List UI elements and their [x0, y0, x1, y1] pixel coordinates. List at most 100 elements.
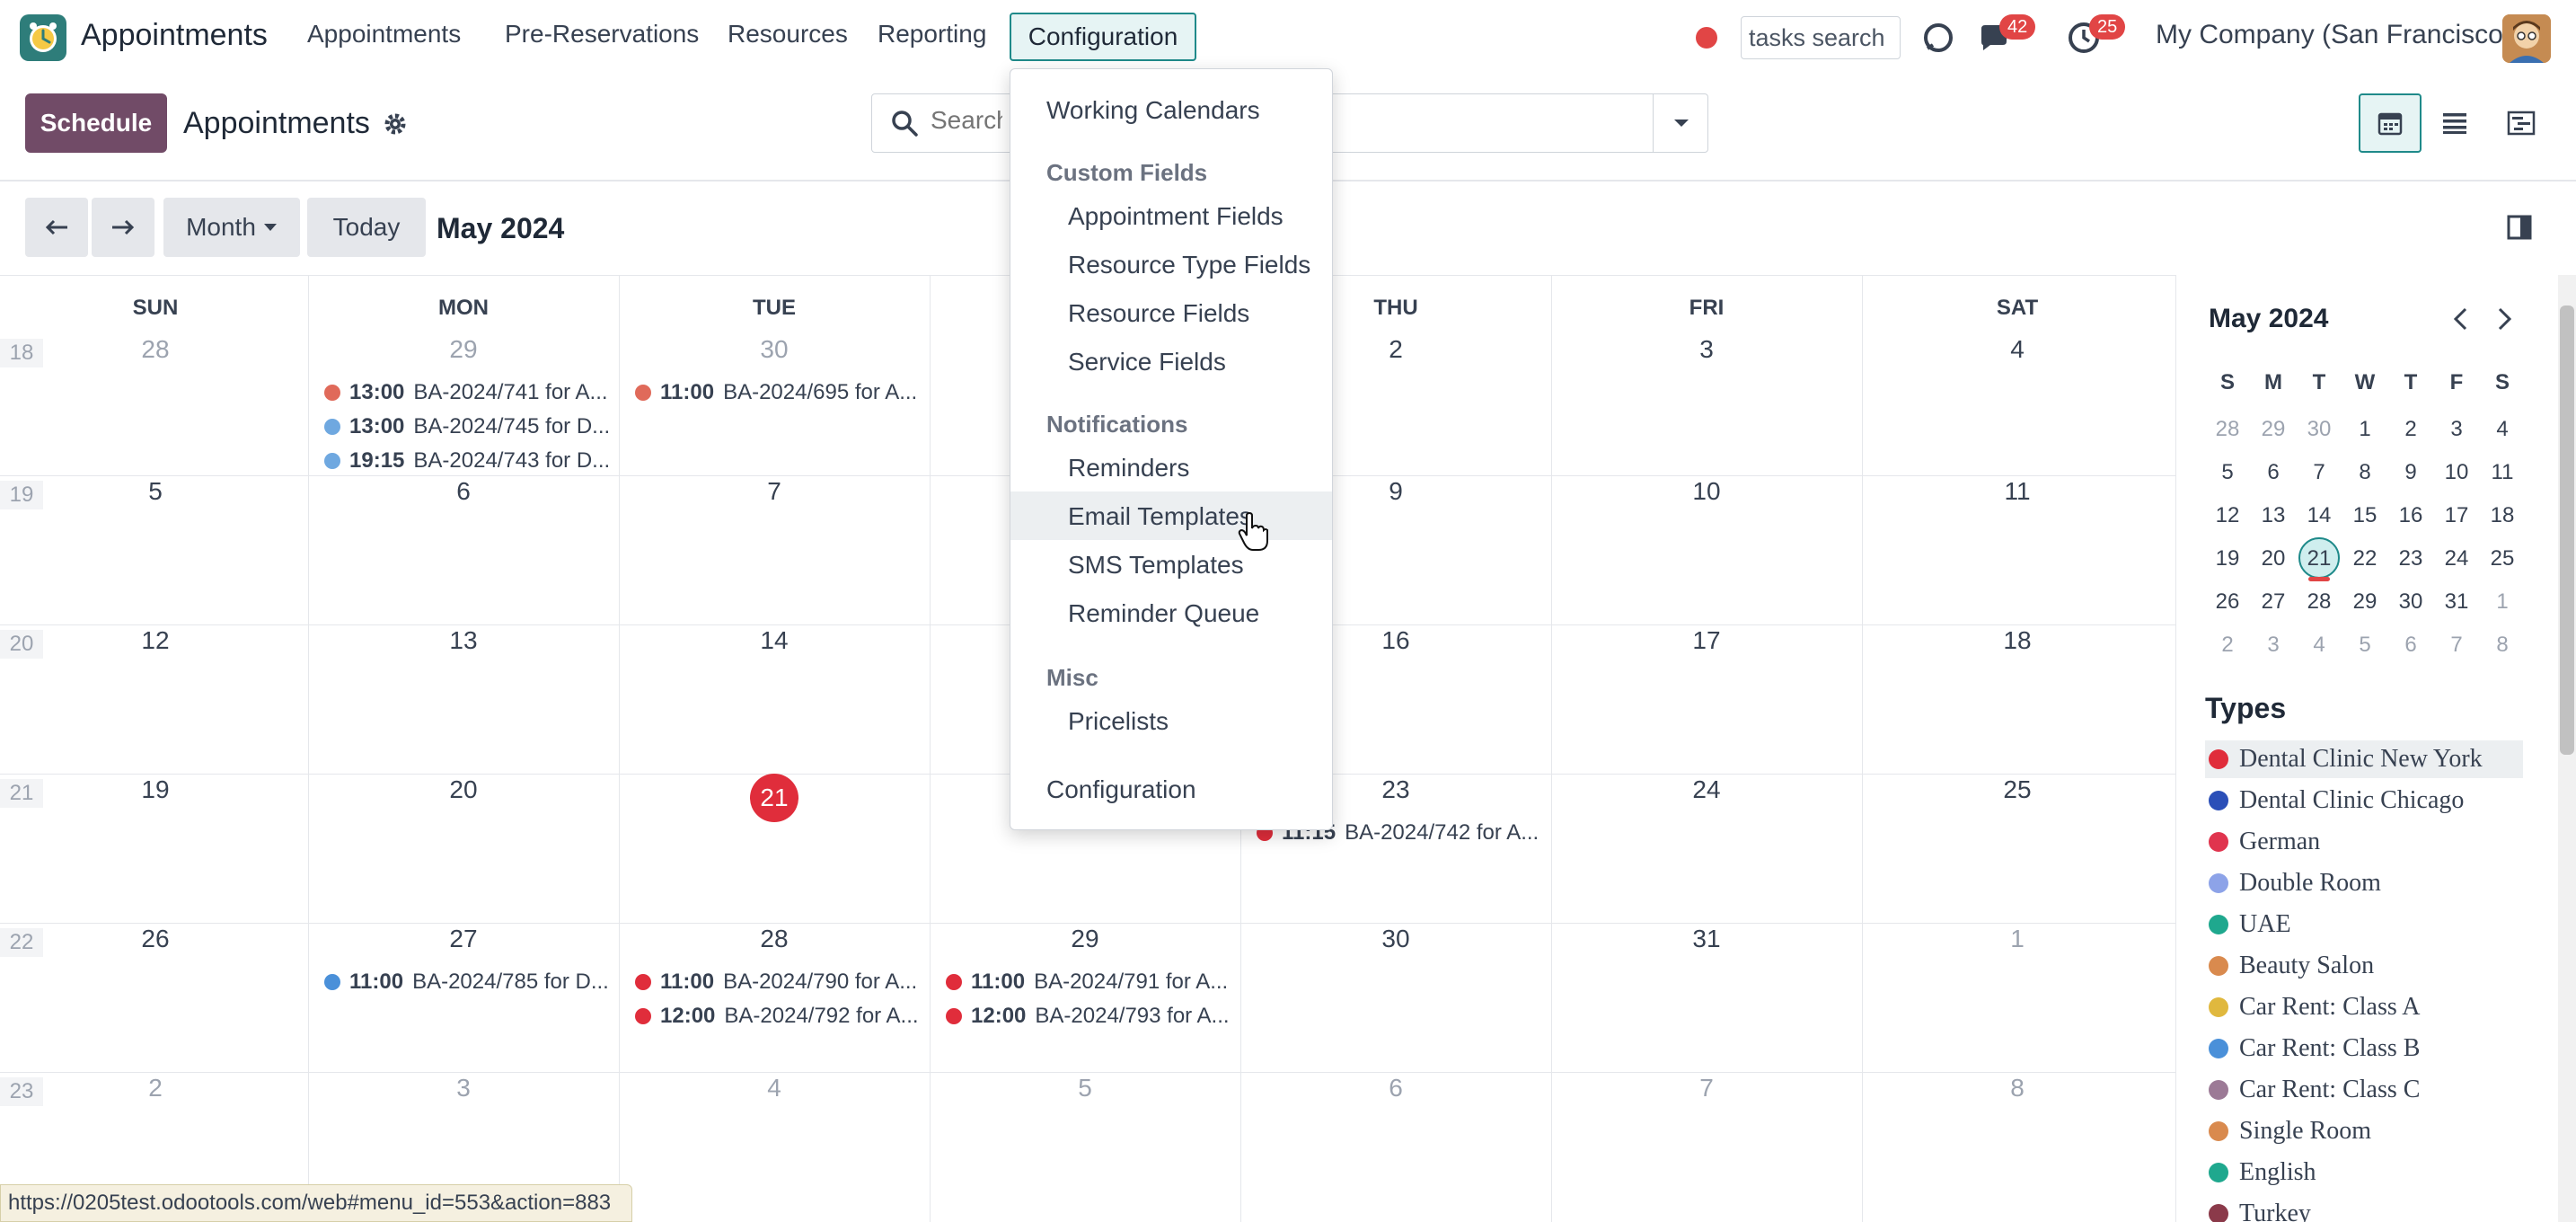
calendar-event[interactable]: 11:00 BA-2024/790 for A...	[635, 966, 919, 998]
dropdown-item-sms-templates[interactable]: SMS Templates	[1068, 551, 1244, 580]
type-filter-item[interactable]: Double Room	[2205, 864, 2523, 902]
search-input[interactable]	[931, 106, 1002, 135]
menu-reporting[interactable]: Reporting	[878, 20, 986, 49]
day-number[interactable]: 1	[1862, 925, 2173, 953]
day-number[interactable]: 18	[1862, 626, 2173, 655]
dropdown-item-email-templates[interactable]: Email Templates	[1068, 502, 1252, 531]
menu-resources[interactable]: Resources	[728, 20, 848, 49]
day-number[interactable]: 26	[0, 925, 311, 953]
type-filter-item[interactable]: Dental Clinic Chicago	[2205, 782, 2523, 819]
mini-calendar-day[interactable]: 20	[2251, 546, 2296, 571]
day-number[interactable]: 6	[308, 477, 619, 506]
previous-button[interactable]	[25, 198, 88, 257]
mini-calendar-day[interactable]: 15	[2342, 503, 2387, 528]
day-number[interactable]: 30	[1240, 925, 1551, 953]
mini-calendar-day[interactable]: 29	[2251, 417, 2296, 442]
day-number[interactable]: 14	[619, 626, 930, 655]
day-number[interactable]: 11	[1862, 477, 2173, 506]
mini-calendar-day[interactable]: 27	[2251, 589, 2296, 615]
day-number[interactable]: 13	[308, 626, 619, 655]
day-number[interactable]: 17	[1551, 626, 1862, 655]
mini-calendar-day[interactable]: 10	[2434, 460, 2479, 485]
type-filter-item[interactable]: Single Room	[2205, 1112, 2523, 1150]
mini-calendar-day[interactable]: 3	[2251, 633, 2296, 658]
mini-calendar-day[interactable]: 7	[2297, 460, 2342, 485]
day-number[interactable]: 3	[308, 1074, 619, 1102]
mini-calendar-day[interactable]: 4	[2297, 633, 2342, 658]
mini-calendar-day[interactable]: 30	[2388, 589, 2433, 615]
type-filter-item[interactable]: Dental Clinic New York	[2205, 740, 2523, 778]
calendar-view-button[interactable]	[2359, 93, 2422, 153]
mini-calendar-day[interactable]: 1	[2480, 589, 2525, 615]
company-switcher[interactable]: My Company (San Francisco)	[2156, 20, 2512, 50]
type-filter-item[interactable]: English	[2205, 1154, 2523, 1191]
mini-calendar-day[interactable]: 5	[2342, 633, 2387, 658]
dropdown-item-service-fields[interactable]: Service Fields	[1068, 348, 1226, 376]
mini-calendar-day[interactable]: 17	[2434, 503, 2479, 528]
dropdown-item-working-calendars[interactable]: Working Calendars	[1046, 96, 1260, 125]
type-filter-item[interactable]: Car Rent: Class C	[2205, 1071, 2523, 1109]
mini-calendar-day[interactable]: 8	[2342, 460, 2387, 485]
mini-calendar-day[interactable]: 2	[2388, 417, 2433, 442]
day-number[interactable]: 3	[1551, 335, 1862, 364]
mini-calendar-day[interactable]: 6	[2251, 460, 2296, 485]
calendar-event[interactable]: 12:00 BA-2024/793 for A...	[946, 1000, 1230, 1032]
day-number[interactable]: 10	[1551, 477, 1862, 506]
day-number[interactable]: 2	[0, 1074, 311, 1102]
gear-icon[interactable]	[383, 111, 408, 137]
mini-calendar-day[interactable]: 2	[2205, 633, 2250, 658]
mini-calendar-day[interactable]: 4	[2480, 417, 2525, 442]
mini-calendar-day[interactable]: 31	[2434, 589, 2479, 615]
app-name[interactable]: Appointments	[81, 18, 268, 53]
day-number[interactable]: 6	[1240, 1074, 1551, 1102]
day-number[interactable]: 4	[1862, 335, 2173, 364]
mini-calendar-day[interactable]: 28	[2297, 589, 2342, 615]
day-number[interactable]: 28	[619, 925, 930, 953]
side-panel-toggle-icon[interactable]	[2506, 214, 2533, 241]
calendar-event[interactable]: 13:00 BA-2024/745 for D...	[324, 411, 608, 443]
type-filter-item[interactable]: Turkey	[2205, 1195, 2523, 1222]
app-logo-icon[interactable]	[20, 14, 66, 61]
mini-calendar-day[interactable]: 25	[2480, 546, 2525, 571]
day-number[interactable]: 19	[0, 775, 311, 804]
dropdown-item-resource-fields[interactable]: Resource Fields	[1068, 299, 1249, 328]
day-number[interactable]: 24	[1551, 775, 1862, 804]
chevron-right-icon[interactable]	[2489, 304, 2519, 334]
day-number[interactable]: 28	[0, 335, 311, 364]
mini-calendar-day[interactable]: 23	[2388, 546, 2433, 571]
dropdown-item-configuration[interactable]: Configuration	[1046, 775, 1196, 804]
day-number[interactable]: 5	[930, 1074, 1240, 1102]
mini-calendar-day[interactable]: 3	[2434, 417, 2479, 442]
calendar-event[interactable]: 11:00 BA-2024/785 for D...	[324, 966, 608, 998]
type-filter-item[interactable]: Car Rent: Class A	[2205, 988, 2523, 1026]
dropdown-item-appointment-fields[interactable]: Appointment Fields	[1068, 202, 1284, 231]
calendar-event[interactable]: 13:00 BA-2024/741 for A...	[324, 376, 608, 409]
today-button[interactable]: Today	[307, 198, 426, 257]
calendar-event[interactable]: 12:00 BA-2024/792 for A...	[635, 1000, 919, 1032]
dropdown-item-reminder-queue[interactable]: Reminder Queue	[1068, 599, 1259, 628]
mini-calendar-day[interactable]: 28	[2205, 417, 2250, 442]
scale-dropdown[interactable]: Month	[163, 198, 300, 257]
dropdown-item-pricelists[interactable]: Pricelists	[1068, 707, 1169, 736]
mini-calendar-day[interactable]: 9	[2388, 460, 2433, 485]
mini-calendar-day[interactable]: 21	[2297, 546, 2342, 571]
day-number[interactable]: 29	[308, 335, 619, 364]
calendar-event[interactable]: 11:00 BA-2024/791 for A...	[946, 966, 1230, 998]
type-filter-item[interactable]: Beauty Salon	[2205, 947, 2523, 985]
next-button[interactable]	[92, 198, 154, 257]
day-number[interactable]: 8	[1862, 1074, 2173, 1102]
day-number[interactable]: 29	[930, 925, 1240, 953]
gantt-view-button[interactable]	[2490, 93, 2553, 153]
mini-calendar-day[interactable]: 1	[2342, 417, 2387, 442]
day-number[interactable]: 5	[0, 477, 311, 506]
type-filter-item[interactable]: Car Rent: Class B	[2205, 1030, 2523, 1067]
mini-calendar-day[interactable]: 6	[2388, 633, 2433, 658]
record-indicator-icon[interactable]	[1696, 27, 1717, 49]
calendar-event[interactable]: 19:15 BA-2024/743 for D...	[324, 445, 608, 477]
menu-configuration[interactable]: Configuration	[1010, 13, 1196, 61]
mini-calendar-day[interactable]: 18	[2480, 503, 2525, 528]
menu-appointments[interactable]: Appointments	[307, 20, 461, 49]
day-cell-today[interactable]: 21	[750, 774, 798, 822]
mini-calendar-day[interactable]: 19	[2205, 546, 2250, 571]
search-options-toggle[interactable]	[1653, 93, 1708, 153]
